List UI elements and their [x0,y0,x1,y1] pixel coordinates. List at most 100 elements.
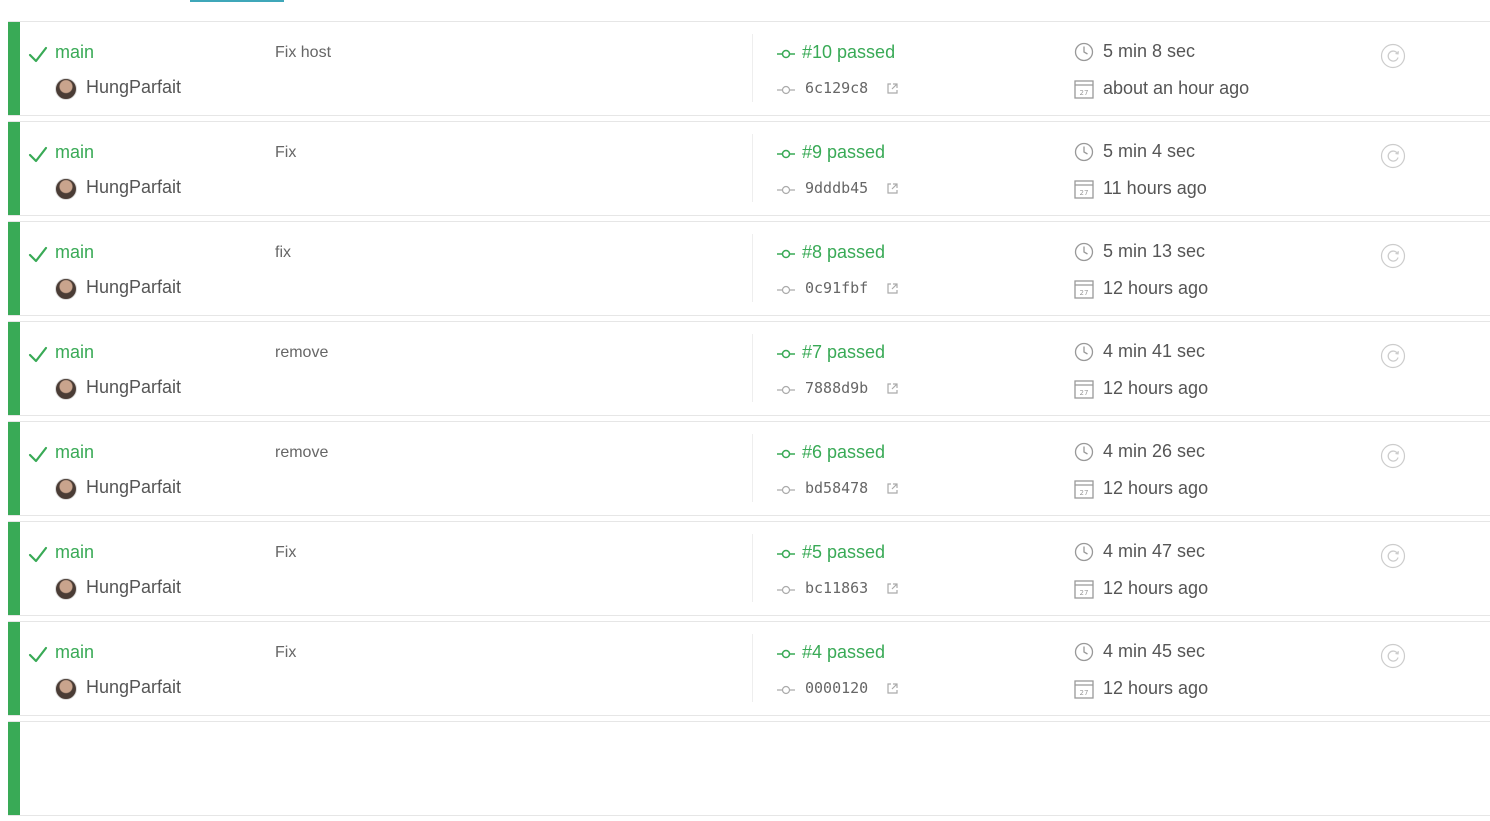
restart-icon[interactable] [1380,343,1406,369]
commit-sha-link[interactable]: 9dddb45 [805,179,868,197]
commit-sha-link[interactable]: 7888d9b [805,379,868,397]
commit-sha-link[interactable]: bc11863 [805,579,868,597]
commit-sha-link[interactable]: bd58478 [805,479,868,497]
check-icon [28,346,48,363]
build-number-link[interactable]: #10 passed [802,42,895,63]
commit-author: HungParfait [86,477,182,497]
commit-message[interactable]: Fix host [275,44,331,62]
status-bar [8,622,20,715]
build-row[interactable]: main HungParfait Fix #4 passed 0000120 4… [8,621,1490,716]
branch-link[interactable]: main [55,342,94,363]
commit-sha-link[interactable]: 6c129c8 [805,79,868,97]
avatar [55,478,77,500]
commit-icon [777,185,795,195]
commit-author: HungParfait [86,277,182,297]
build-number-link[interactable]: #7 passed [802,342,885,363]
avatar [55,578,77,600]
clock-icon [1074,642,1094,662]
build-row[interactable]: main HungParfait fix #8 passed 0c91fbf 5… [8,221,1490,316]
restart-icon[interactable] [1380,43,1406,69]
external-link-icon[interactable] [886,582,899,595]
clock-icon [1074,342,1094,362]
branch-link[interactable]: main [55,42,94,63]
branch-link[interactable]: main [55,242,94,263]
calendar-icon: 27 [1074,680,1094,699]
commit-icon [777,149,795,159]
status-bar [8,122,20,215]
calendar-icon: 27 [1074,580,1094,599]
external-link-icon[interactable] [886,482,899,495]
external-link-icon[interactable] [886,382,899,395]
commit-icon [777,49,795,59]
branch-link[interactable]: main [55,642,94,663]
status-bar [8,22,20,115]
finished-time: 12 hours ago [1103,278,1209,298]
external-link-icon[interactable] [886,282,899,295]
commit-sha-link[interactable]: 0c91fbf [805,279,868,297]
commit-author: HungParfait [86,677,182,697]
build-row[interactable] [8,721,1490,816]
commit-author: HungParfait [86,377,182,397]
build-row[interactable]: main HungParfait Fix host #10 passed 6c1… [8,21,1490,116]
external-link-icon[interactable] [886,82,899,95]
check-icon [28,46,48,63]
commit-author: HungParfait [86,177,182,197]
status-bar [8,522,20,615]
external-link-icon[interactable] [886,182,899,195]
build-number-link[interactable]: #4 passed [802,642,885,663]
clock-icon [1074,242,1094,262]
commit-icon [777,549,795,559]
commit-message[interactable]: Fix [275,544,296,562]
commit-sha-link[interactable]: 0000120 [805,679,868,697]
build-duration: 4 min 26 sec [1103,441,1206,461]
avatar [55,78,77,100]
branch-link[interactable]: main [55,142,94,163]
calendar-icon: 27 [1074,180,1094,199]
commit-icon [777,385,795,395]
commit-icon [777,449,795,459]
external-link-icon[interactable] [886,682,899,695]
restart-icon[interactable] [1380,243,1406,269]
commit-icon [777,349,795,359]
check-icon [28,546,48,563]
build-number-link[interactable]: #8 passed [802,242,885,263]
commit-icon [777,485,795,495]
restart-icon[interactable] [1380,643,1406,669]
build-number-link[interactable]: #5 passed [802,542,885,563]
commit-icon [777,85,795,95]
column-divider [752,434,753,502]
avatar [55,178,77,200]
commit-message[interactable]: Fix [275,144,296,162]
build-row[interactable]: main HungParfait remove #6 passed bd5847… [8,421,1490,516]
build-duration: 5 min 4 sec [1103,141,1196,161]
branch-link[interactable]: main [55,542,94,563]
commit-message[interactable]: fix [275,244,291,262]
check-icon [28,246,48,263]
build-row[interactable]: main HungParfait Fix #9 passed 9dddb45 5… [8,121,1490,216]
build-number-link[interactable]: #9 passed [802,142,885,163]
finished-time: about an hour ago [1103,78,1250,98]
commit-author: HungParfait [86,77,182,97]
commit-icon [777,649,795,659]
svg-text:27: 27 [1080,89,1089,97]
column-divider [752,334,753,402]
commit-icon [777,285,795,295]
column-divider [752,134,753,202]
status-bar [8,222,20,315]
column-divider [752,34,753,102]
commit-message[interactable]: remove [275,344,328,362]
commit-author: HungParfait [86,577,182,597]
build-row[interactable]: main HungParfait Fix #5 passed bc11863 4… [8,521,1490,616]
branch-link[interactable]: main [55,442,94,463]
build-duration: 4 min 45 sec [1103,641,1206,661]
restart-icon[interactable] [1380,143,1406,169]
calendar-icon: 27 [1074,380,1094,399]
commit-icon [777,685,795,695]
build-row[interactable]: main HungParfait remove #7 passed 7888d9… [8,321,1490,416]
restart-icon[interactable] [1380,543,1406,569]
commit-message[interactable]: Fix [275,644,296,662]
check-icon [28,446,48,463]
commit-message[interactable]: remove [275,444,328,462]
build-number-link[interactable]: #6 passed [802,442,885,463]
restart-icon[interactable] [1380,443,1406,469]
